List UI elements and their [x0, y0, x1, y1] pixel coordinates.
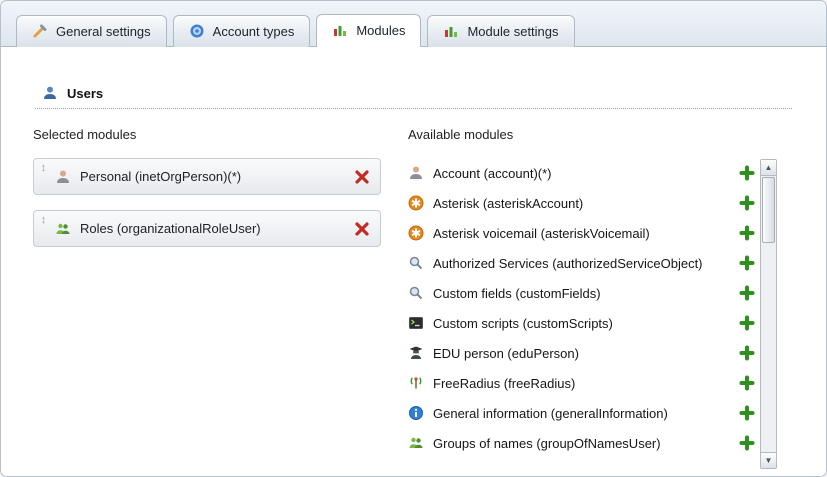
available-module-row: Groups of names (groupOfNamesUser): [408, 428, 756, 458]
modules-panel: Users Selected modules ↕ Personal (inetO…: [1, 85, 826, 477]
tab-modules[interactable]: Modules: [316, 14, 421, 47]
script-icon: [408, 315, 424, 331]
roles-icon: [55, 221, 71, 237]
account-icon: [408, 165, 424, 181]
available-module-label: Account (account)(*): [433, 166, 552, 181]
remove-module-button[interactable]: [353, 220, 371, 238]
scroll-up-button[interactable]: ▲: [761, 160, 776, 176]
module-columns: Selected modules ↕ Personal (inetOrgPers…: [1, 109, 826, 458]
available-modules-scrollbar[interactable]: ▲ ▼: [760, 159, 777, 469]
available-module-label: General information (generalInformation): [433, 406, 668, 421]
available-module-label: Groups of names (groupOfNamesUser): [433, 436, 661, 451]
available-module-row: Custom fields (customFields): [408, 278, 756, 308]
available-module-label: Custom scripts (customScripts): [433, 316, 613, 331]
account-types-icon: [189, 23, 205, 39]
scroll-down-button[interactable]: ▼: [761, 452, 776, 468]
tab-bar: General settings Account types Modules M…: [1, 1, 826, 47]
tab-label: General settings: [56, 24, 151, 39]
section-title: Users: [67, 86, 103, 101]
personal-icon: [55, 169, 71, 185]
selected-module-row[interactable]: ↕ Personal (inetOrgPerson)(*): [33, 158, 381, 195]
add-module-button[interactable]: [738, 374, 756, 392]
available-module-label: Asterisk (asteriskAccount): [433, 196, 583, 211]
group-icon: [408, 435, 424, 451]
available-module-row: General information (generalInformation): [408, 398, 756, 428]
tab-label: Module settings: [467, 24, 558, 39]
available-module-row: Asterisk voicemail (asteriskVoicemail): [408, 218, 756, 248]
available-module-row: Account (account)(*): [408, 158, 756, 188]
available-modules-heading: Available modules: [408, 127, 756, 142]
add-module-button[interactable]: [738, 224, 756, 242]
search-icon: [408, 285, 424, 301]
available-module-label: Asterisk voicemail (asteriskVoicemail): [433, 226, 650, 241]
add-module-button[interactable]: [738, 434, 756, 452]
available-module-label: EDU person (eduPerson): [433, 346, 579, 361]
add-module-button[interactable]: [738, 344, 756, 362]
available-module-row: FreeRadius (freeRadius): [408, 368, 756, 398]
tab-module-settings[interactable]: Module settings: [427, 15, 574, 47]
available-modules-column: Available modules Account (account)(*) A…: [408, 127, 756, 458]
general-settings-icon: [32, 23, 48, 39]
remove-module-button[interactable]: [353, 168, 371, 186]
add-module-button[interactable]: [738, 164, 756, 182]
selected-module-label: Roles (organizationalRoleUser): [80, 221, 353, 236]
add-module-button[interactable]: [738, 194, 756, 212]
asterisk-voicemail-icon: [408, 225, 424, 241]
info-icon: [408, 405, 424, 421]
tab-account-types[interactable]: Account types: [173, 15, 311, 47]
drag-handle-icon[interactable]: ↕: [37, 214, 50, 226]
tab-label: Modules: [356, 23, 405, 38]
tab-label: Account types: [213, 24, 295, 39]
selected-modules-column: Selected modules ↕ Personal (inetOrgPers…: [33, 127, 381, 458]
available-module-label: Authorized Services (authorizedServiceOb…: [433, 256, 703, 271]
section-header: Users: [35, 85, 792, 109]
selected-module-row[interactable]: ↕ Roles (organizationalRoleUser): [33, 210, 381, 247]
available-module-row: Custom scripts (customScripts): [408, 308, 756, 338]
asterisk-icon: [408, 195, 424, 211]
tab-general-settings[interactable]: General settings: [16, 15, 167, 47]
scrollbar-thumb[interactable]: [762, 177, 775, 243]
module-settings-icon: [443, 23, 459, 39]
selected-modules-heading: Selected modules: [33, 127, 381, 142]
search-icon: [408, 255, 424, 271]
available-module-row: Asterisk (asteriskAccount): [408, 188, 756, 218]
edu-person-icon: [408, 345, 424, 361]
radius-icon: [408, 375, 424, 391]
modules-icon: [332, 22, 348, 38]
available-module-label: FreeRadius (freeRadius): [433, 376, 575, 391]
available-module-row: Authorized Services (authorizedServiceOb…: [408, 248, 756, 278]
settings-window: General settings Account types Modules M…: [0, 0, 827, 477]
drag-handle-icon[interactable]: ↕: [37, 162, 50, 174]
add-module-button[interactable]: [738, 404, 756, 422]
selected-module-label: Personal (inetOrgPerson)(*): [80, 169, 353, 184]
available-module-label: Custom fields (customFields): [433, 286, 601, 301]
add-module-button[interactable]: [738, 284, 756, 302]
users-icon: [42, 85, 58, 101]
add-module-button[interactable]: [738, 314, 756, 332]
available-module-row: EDU person (eduPerson): [408, 338, 756, 368]
add-module-button[interactable]: [738, 254, 756, 272]
